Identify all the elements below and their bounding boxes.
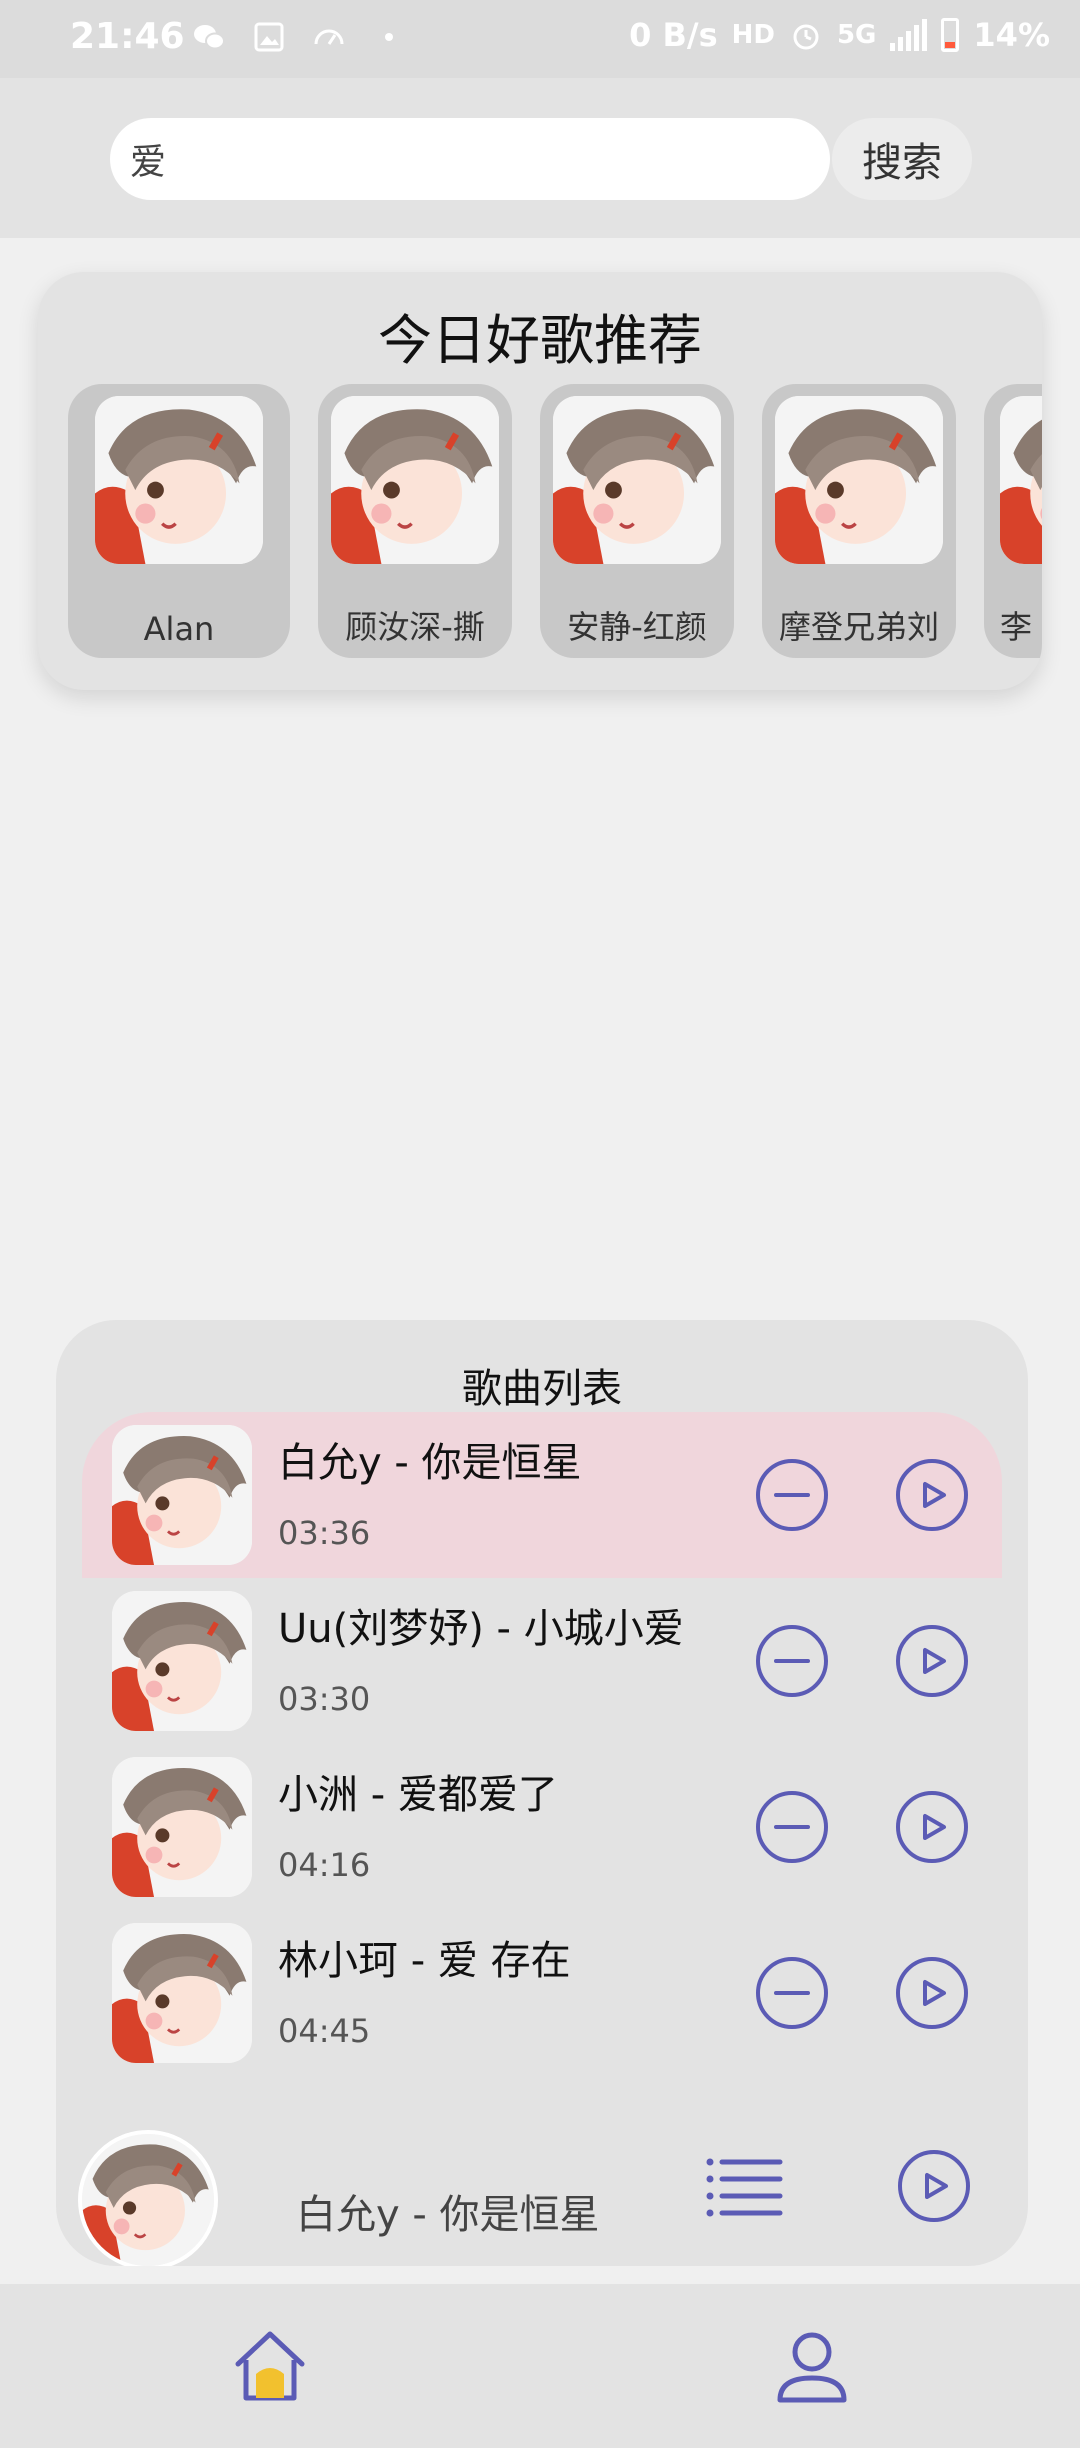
remove-button[interactable] bbox=[754, 1955, 830, 2031]
remove-button[interactable] bbox=[754, 1623, 830, 1699]
recommend-item-label: 李 bbox=[1000, 608, 1033, 646]
wechat-icon bbox=[192, 20, 226, 54]
recommend-item-label: 顾汝深-撕 bbox=[345, 608, 485, 646]
song-duration: 04:16 bbox=[278, 1846, 371, 1884]
cover-image bbox=[1000, 396, 1042, 564]
bottom-nav bbox=[0, 2284, 1080, 2448]
play-button[interactable] bbox=[894, 1457, 970, 1533]
home-icon[interactable] bbox=[228, 2324, 312, 2408]
dot-icon bbox=[372, 20, 406, 54]
alarm-icon bbox=[789, 18, 823, 52]
song-row[interactable]: Uu(刘梦妤) - 小城小爱 03:30 bbox=[82, 1578, 1002, 1744]
gallery-icon bbox=[252, 20, 286, 54]
song-title: 小洲 - 爱都爱了 bbox=[278, 1772, 558, 1818]
now-playing-title: 白允y - 你是恒星 bbox=[296, 2192, 600, 2238]
song-list-title: 歌曲列表 bbox=[462, 1366, 622, 1412]
play-button[interactable] bbox=[894, 1789, 970, 1865]
recommend-item[interactable]: 安静-红颜 bbox=[540, 384, 734, 658]
profile-icon[interactable] bbox=[770, 2324, 854, 2408]
status-right: 0 B/s HD 5G 14% bbox=[629, 16, 1050, 54]
play-button[interactable] bbox=[894, 1623, 970, 1699]
song-row[interactable]: 林小珂 - 爱 存在 04:45 bbox=[82, 1910, 1002, 2076]
recommend-item-label: Alan bbox=[143, 610, 215, 648]
cover-image bbox=[553, 396, 721, 564]
status-bar: 21:46 0 B/s HD 5G 14% bbox=[0, 0, 1080, 78]
song-cover bbox=[112, 1757, 252, 1897]
cover-image bbox=[775, 396, 943, 564]
recommend-item[interactable]: 摩登兄弟刘 bbox=[762, 384, 956, 658]
network-type: 5G bbox=[836, 20, 877, 50]
hd-badge: HD bbox=[731, 20, 775, 50]
recommend-item[interactable]: 李 bbox=[984, 384, 1042, 658]
song-title: 林小珂 - 爱 存在 bbox=[278, 1938, 571, 1984]
remove-button[interactable] bbox=[754, 1457, 830, 1533]
song-duration: 03:30 bbox=[278, 1680, 371, 1718]
speedometer-icon bbox=[312, 20, 346, 54]
status-left-icons bbox=[192, 20, 406, 54]
recommend-item[interactable]: 顾汝深-撕 bbox=[318, 384, 512, 658]
playlist-icon[interactable] bbox=[702, 2148, 792, 2224]
recommend-card: 今日好歌推荐 Alan 顾汝深-撕 安静-红颜 摩登兄弟刘 李 bbox=[38, 272, 1042, 690]
play-button[interactable] bbox=[894, 1955, 970, 2031]
cover-image bbox=[331, 396, 499, 564]
signal-icon bbox=[890, 19, 928, 51]
song-duration: 03:36 bbox=[278, 1514, 371, 1552]
song-cover bbox=[112, 1425, 252, 1565]
search-button[interactable]: 搜索 bbox=[832, 118, 972, 200]
recommend-item-label: 安静-红颜 bbox=[567, 608, 707, 646]
player-play-button[interactable] bbox=[896, 2148, 972, 2224]
net-speed: 0 B/s bbox=[629, 16, 718, 54]
search-bar: 搜索 bbox=[0, 78, 1080, 238]
battery-icon bbox=[941, 18, 960, 52]
song-list-panel: 歌曲列表 白允y - 你是恒星 03:36 Uu(刘梦妤) - 小城小爱 03:… bbox=[56, 1320, 1028, 2266]
recommend-item-label: 摩登兄弟刘 bbox=[778, 608, 939, 646]
song-duration: 04:45 bbox=[278, 2012, 371, 2050]
recommend-item[interactable]: Alan bbox=[68, 384, 290, 658]
song-row[interactable]: 白允y - 你是恒星 03:36 bbox=[82, 1412, 1002, 1578]
song-title: 白允y - 你是恒星 bbox=[278, 1440, 582, 1486]
song-title: Uu(刘梦妤) - 小城小爱 bbox=[278, 1606, 684, 1652]
status-time: 21:46 bbox=[70, 16, 185, 57]
song-cover bbox=[112, 1591, 252, 1731]
recommend-title: 今日好歌推荐 bbox=[378, 309, 702, 372]
battery-level: 14% bbox=[973, 16, 1050, 54]
cover-image bbox=[95, 396, 263, 564]
song-cover bbox=[112, 1923, 252, 2063]
mini-player[interactable]: 白允y - 你是恒星 bbox=[56, 2100, 1028, 2266]
song-row[interactable]: 小洲 - 爱都爱了 04:16 bbox=[82, 1744, 1002, 1910]
remove-button[interactable] bbox=[754, 1789, 830, 1865]
search-input[interactable] bbox=[110, 118, 830, 200]
now-playing-cover bbox=[78, 2130, 218, 2266]
